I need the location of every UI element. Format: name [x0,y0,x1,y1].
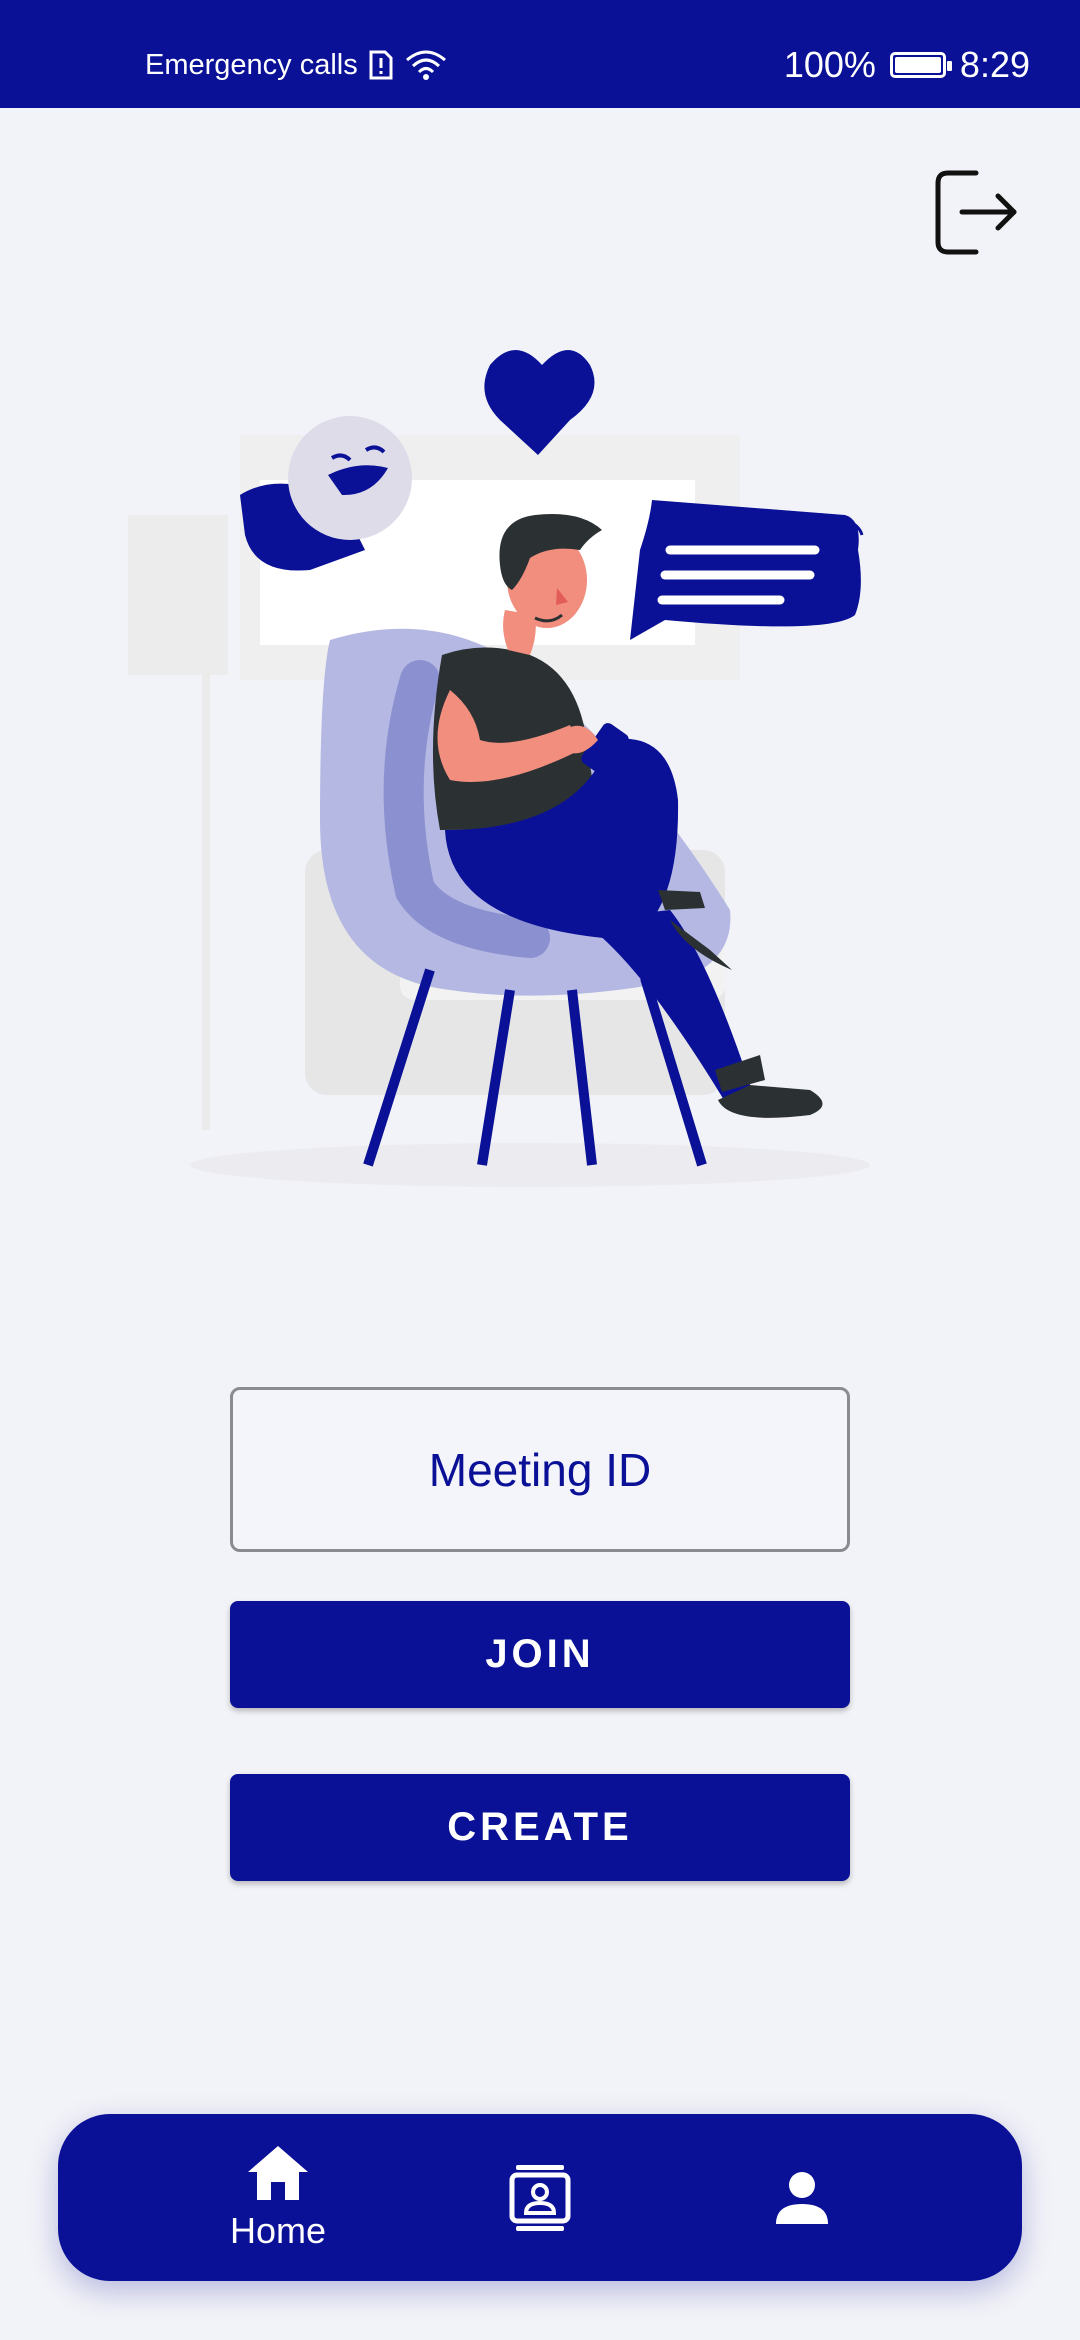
wifi-icon [405,50,446,80]
nav-home[interactable]: Home [168,2114,388,2281]
person-icon [776,2171,828,2224]
nav-home-label: Home [229,2209,327,2251]
create-button[interactable]: CREATE [230,1774,850,1881]
status-right: 100% 8:29 [784,44,1030,86]
nav-contacts[interactable] [430,2114,650,2281]
contact-card-icon [509,2164,571,2231]
clock: 8:29 [959,44,1030,85]
sim-alert-icon [369,50,393,80]
carrier-text: Emergency calls [145,48,358,81]
join-button[interactable]: JOIN [230,1601,850,1708]
hero-illustration [128,350,870,1187]
status-bar: Emergency calls 100% 8:29 [0,0,1080,108]
battery-percent: 100% [783,44,876,85]
logout-icon[interactable] [930,165,1020,260]
nav-profile[interactable] [692,2114,912,2281]
bottom-nav: Home [58,2114,1022,2281]
battery-icon [889,52,952,78]
meeting-id-placeholder: Meeting ID [428,1443,652,1496]
home-icon [248,2145,308,2200]
status-left: Emergency calls [145,48,448,82]
meeting-id-input[interactable]: Meeting ID [230,1387,850,1552]
